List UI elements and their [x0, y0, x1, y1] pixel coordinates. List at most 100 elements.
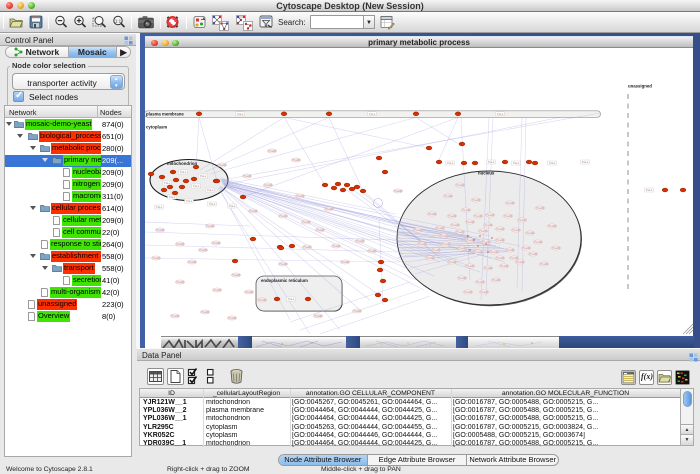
svg-text:YGL00: YGL00 — [510, 256, 519, 260]
svg-text:YGL00: YGL00 — [199, 248, 208, 252]
svg-text:1:1: 1:1 — [115, 19, 122, 24]
svg-text:endoplasmic reticulum: endoplasmic reticulum — [261, 278, 308, 283]
svg-text:YGL00: YGL00 — [496, 227, 505, 231]
svg-text:YGL00: YGL00 — [540, 262, 549, 266]
svg-text:YGL00: YGL00 — [243, 174, 252, 178]
svg-text:YGL00: YGL00 — [484, 266, 493, 270]
svg-text:Yxx-x: Yxx-x — [549, 161, 556, 165]
svg-text:YGL00: YGL00 — [529, 252, 538, 256]
svg-text:YGL00: YGL00 — [506, 248, 515, 252]
svg-text:unassigned: unassigned — [628, 84, 652, 89]
svg-text:YGL00: YGL00 — [448, 214, 457, 218]
svg-text:Yxx-x: Yxx-x — [193, 184, 200, 188]
svg-text:YGL00: YGL00 — [474, 250, 483, 254]
svg-text:YGL00: YGL00 — [456, 230, 465, 234]
svg-text:YGL00: YGL00 — [201, 310, 210, 314]
svg-text:YGL00: YGL00 — [228, 316, 237, 320]
svg-text:YGL00: YGL00 — [451, 223, 460, 227]
svg-text:YGL00: YGL00 — [466, 264, 475, 268]
svg-text:YGL00: YGL00 — [264, 183, 273, 187]
svg-text:plasma membrane: plasma membrane — [146, 112, 184, 117]
svg-text:YGL00: YGL00 — [448, 260, 457, 264]
svg-text:YGL00: YGL00 — [296, 194, 305, 198]
svg-text:YGL00: YGL00 — [332, 244, 341, 248]
svg-text:YGL00: YGL00 — [414, 228, 423, 232]
svg-text:YGL00: YGL00 — [526, 231, 535, 235]
svg-text:YGL00: YGL00 — [444, 194, 453, 198]
svg-text:YGL00: YGL00 — [506, 201, 515, 205]
svg-text:YGL00: YGL00 — [418, 242, 427, 246]
svg-text:YGL00: YGL00 — [268, 149, 277, 153]
svg-text:YGL00: YGL00 — [464, 290, 473, 294]
svg-text:Yxx-x: Yxx-x — [288, 297, 295, 301]
svg-text:YGL00: YGL00 — [314, 314, 323, 318]
svg-text:YGL00: YGL00 — [152, 256, 161, 260]
svg-text:YGL00: YGL00 — [316, 228, 325, 232]
svg-text:YGL00: YGL00 — [490, 250, 499, 254]
svg-text:YGL00: YGL00 — [292, 158, 301, 162]
svg-text:Yxx-x: Yxx-x — [200, 174, 207, 178]
svg-text:YGL00: YGL00 — [356, 239, 365, 243]
svg-text:Yxx-x: Yxx-x — [180, 170, 187, 174]
svg-text:mitochondrion: mitochondrion — [167, 161, 197, 166]
svg-text:YGL00: YGL00 — [548, 224, 557, 228]
svg-text:YGL00: YGL00 — [484, 223, 493, 227]
svg-text:YGL00: YGL00 — [536, 206, 545, 210]
svg-text:YGL00: YGL00 — [552, 246, 561, 250]
svg-text:YGL00: YGL00 — [466, 238, 475, 242]
svg-text:YGL00: YGL00 — [245, 290, 254, 294]
svg-text:YGL00: YGL00 — [218, 163, 227, 167]
svg-text:YGL00: YGL00 — [426, 256, 435, 260]
svg-text:YGL00: YGL00 — [206, 224, 215, 228]
svg-text:Yxx-x: Yxx-x — [646, 188, 653, 192]
svg-text:YGL00: YGL00 — [171, 314, 180, 318]
svg-text:nucleus: nucleus — [478, 171, 495, 176]
svg-text:YGL00: YGL00 — [428, 212, 437, 216]
svg-text:YGL00: YGL00 — [466, 220, 475, 224]
svg-text:YGL00: YGL00 — [436, 226, 445, 230]
svg-text:YGL00: YGL00 — [279, 214, 288, 218]
svg-text:YGL00: YGL00 — [303, 245, 312, 249]
svg-text:Yxx-x: Yxx-x — [447, 161, 454, 165]
svg-text:YGL00: YGL00 — [341, 260, 350, 264]
svg-text:YGL00: YGL00 — [279, 262, 288, 266]
svg-text:Yxx-x: Yxx-x — [488, 160, 495, 164]
svg-text:YGL00: YGL00 — [442, 242, 451, 246]
svg-text:Yxx-x: Yxx-x — [369, 112, 376, 116]
svg-text:YGL00: YGL00 — [156, 228, 165, 232]
svg-text:YGL00: YGL00 — [249, 209, 258, 213]
svg-text:YGL00: YGL00 — [486, 213, 495, 217]
svg-text:YGL00: YGL00 — [456, 183, 465, 187]
svg-text:YGL00: YGL00 — [516, 260, 525, 264]
svg-text:YGL00: YGL00 — [440, 234, 449, 238]
svg-text:YGL00: YGL00 — [480, 290, 489, 294]
svg-text:YGL00: YGL00 — [432, 248, 441, 252]
svg-text:YGL00: YGL00 — [213, 288, 222, 292]
svg-text:YGL00: YGL00 — [353, 309, 362, 313]
svg-text:Yxx-x: Yxx-x — [186, 199, 193, 203]
svg-text:YGL00: YGL00 — [476, 280, 485, 284]
svg-text:YGL00: YGL00 — [458, 276, 467, 280]
svg-text:YGL00: YGL00 — [232, 273, 241, 277]
svg-text:YGL00: YGL00 — [479, 229, 488, 233]
svg-text:YGL00: YGL00 — [212, 241, 221, 245]
svg-text:YGL00: YGL00 — [518, 218, 527, 222]
svg-text:Yxx-x: Yxx-x — [207, 188, 214, 192]
svg-text:YGL00: YGL00 — [500, 264, 509, 268]
svg-text:YGL00: YGL00 — [462, 208, 471, 212]
svg-text:YGL00: YGL00 — [496, 238, 505, 242]
svg-text:YGL00: YGL00 — [458, 246, 467, 250]
svg-text:cytoplasm: cytoplasm — [146, 125, 167, 130]
svg-text:YGL00: YGL00 — [176, 280, 185, 284]
svg-text:YGL00: YGL00 — [492, 278, 501, 282]
svg-text:YGL00: YGL00 — [368, 249, 377, 253]
svg-text:YGL00: YGL00 — [512, 228, 521, 232]
svg-text:YGL00: YGL00 — [302, 220, 311, 224]
svg-text:YGL00: YGL00 — [522, 246, 531, 250]
svg-text:YGL00: YGL00 — [534, 240, 543, 244]
svg-text:Yxx-x: Yxx-x — [237, 112, 244, 116]
svg-text:YGL00: YGL00 — [504, 214, 513, 218]
svg-text:Yxx-x: Yxx-x — [497, 112, 504, 116]
svg-text:Yxx-x: Yxx-x — [582, 160, 589, 164]
svg-text:Yxx-x: Yxx-x — [209, 202, 216, 206]
